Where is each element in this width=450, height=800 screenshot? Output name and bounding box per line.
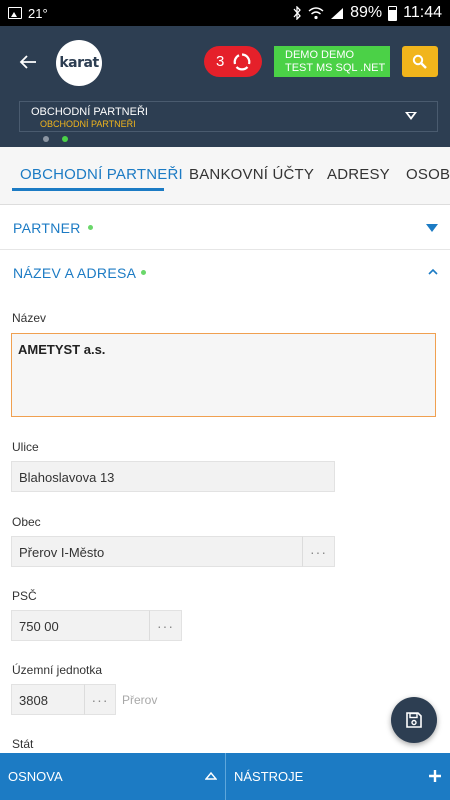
app-header: karat 3 DEMO DEMO TEST MS SQL .NET OBCHO…: [0, 26, 450, 147]
section-name-address-label: NÁZEV A ADRESA: [13, 265, 137, 281]
active-tab-indicator: [12, 188, 164, 191]
database-badge[interactable]: DEMO DEMO TEST MS SQL .NET: [274, 46, 390, 77]
more-dots-icon: ···: [310, 543, 327, 560]
page-indicator-dot[interactable]: [43, 136, 49, 142]
save-button[interactable]: [391, 697, 437, 743]
selector-subtitle: OBCHODNÍ PARTNEŘI: [40, 119, 136, 129]
refresh-icon: [233, 52, 251, 70]
module-selector[interactable]: OBCHODNÍ PARTNEŘI OBCHODNÍ PARTNEŘI: [19, 101, 438, 132]
tab-bankovni-ucty[interactable]: BANKOVNÍ ÚČTY: [189, 166, 314, 183]
osnova-label: OSNOVA: [8, 769, 63, 784]
selector-title: OBCHODNÍ PARTNEŘI: [31, 106, 148, 118]
tab-bar: OBCHODNÍ PARTNEŘI BANKOVNÍ ÚČTY ADRESY O…: [0, 147, 450, 205]
save-icon: [406, 712, 422, 728]
uzemni-jednotka-lookup-button[interactable]: ···: [84, 684, 116, 715]
database-line1: DEMO DEMO: [285, 49, 355, 61]
clock: 11:44: [403, 4, 442, 21]
bottom-bar: OSNOVA NÁSTROJE: [0, 753, 450, 800]
back-arrow-icon[interactable]: [14, 48, 42, 76]
status-bar: 21° 89% 11:44: [0, 0, 450, 26]
logo-text: karat: [59, 55, 99, 71]
battery-icon: [388, 5, 398, 21]
bluetooth-icon: [293, 6, 301, 20]
osnova-button[interactable]: OSNOVA: [0, 753, 226, 800]
search-icon: [412, 54, 427, 69]
field-label-uzemni-jednotka: Územní jednotka: [12, 663, 103, 677]
field-label-psc: PSČ: [12, 589, 37, 603]
notification-button[interactable]: 3: [204, 46, 262, 77]
plus-icon: [429, 770, 441, 782]
chevron-up-icon: [428, 268, 438, 275]
more-dots-icon: ···: [157, 617, 174, 634]
temperature-text: 21°: [28, 5, 48, 21]
tab-obchodni-partneri[interactable]: OBCHODNÍ PARTNEŘI: [20, 166, 183, 183]
status-dot: [88, 225, 93, 230]
search-button[interactable]: [402, 46, 438, 77]
caret-down-icon: [405, 112, 417, 120]
signal-icon: [331, 7, 344, 19]
wifi-icon: [308, 6, 324, 19]
status-dot: [141, 270, 146, 275]
psc-lookup-button[interactable]: ···: [149, 610, 182, 641]
field-label-stat: Stát: [12, 737, 34, 751]
nastroje-button[interactable]: NÁSTROJE: [226, 753, 450, 800]
uzemni-jednotka-name: Přerov: [122, 693, 158, 707]
image-notification-icon: [8, 7, 22, 19]
page-indicator-dot-active[interactable]: [62, 136, 68, 142]
database-line2: TEST MS SQL .NET: [285, 62, 386, 74]
psc-input[interactable]: 750 00: [11, 610, 150, 641]
obec-input[interactable]: Přerov I-Město: [11, 536, 303, 567]
uzemni-jednotka-input[interactable]: 3808: [11, 684, 85, 715]
section-name-address[interactable]: NÁZEV A ADRESA: [0, 251, 450, 295]
tab-adresy[interactable]: ADRESY: [327, 166, 390, 183]
field-label-nazev: Název: [12, 311, 47, 325]
more-dots-icon: ···: [91, 691, 109, 708]
field-label-obec: Obec: [12, 515, 41, 529]
nastroje-label: NÁSTROJE: [234, 769, 304, 784]
section-partner-label: PARTNER: [13, 220, 81, 236]
ulice-input[interactable]: Blahoslavova 13: [11, 461, 335, 492]
notification-count: 3: [216, 53, 225, 70]
tab-osoby[interactable]: OSOBY: [406, 166, 450, 183]
field-label-ulice: Ulice: [12, 440, 39, 454]
chevron-up-icon: [205, 771, 217, 780]
nazev-textarea[interactable]: AMETYST a.s.: [11, 333, 436, 417]
obec-lookup-button[interactable]: ···: [302, 536, 335, 567]
chevron-down-icon: [426, 224, 438, 232]
battery-percent: 89%: [350, 4, 383, 21]
section-partner[interactable]: PARTNER: [0, 206, 450, 250]
karat-logo[interactable]: karat: [56, 40, 102, 86]
